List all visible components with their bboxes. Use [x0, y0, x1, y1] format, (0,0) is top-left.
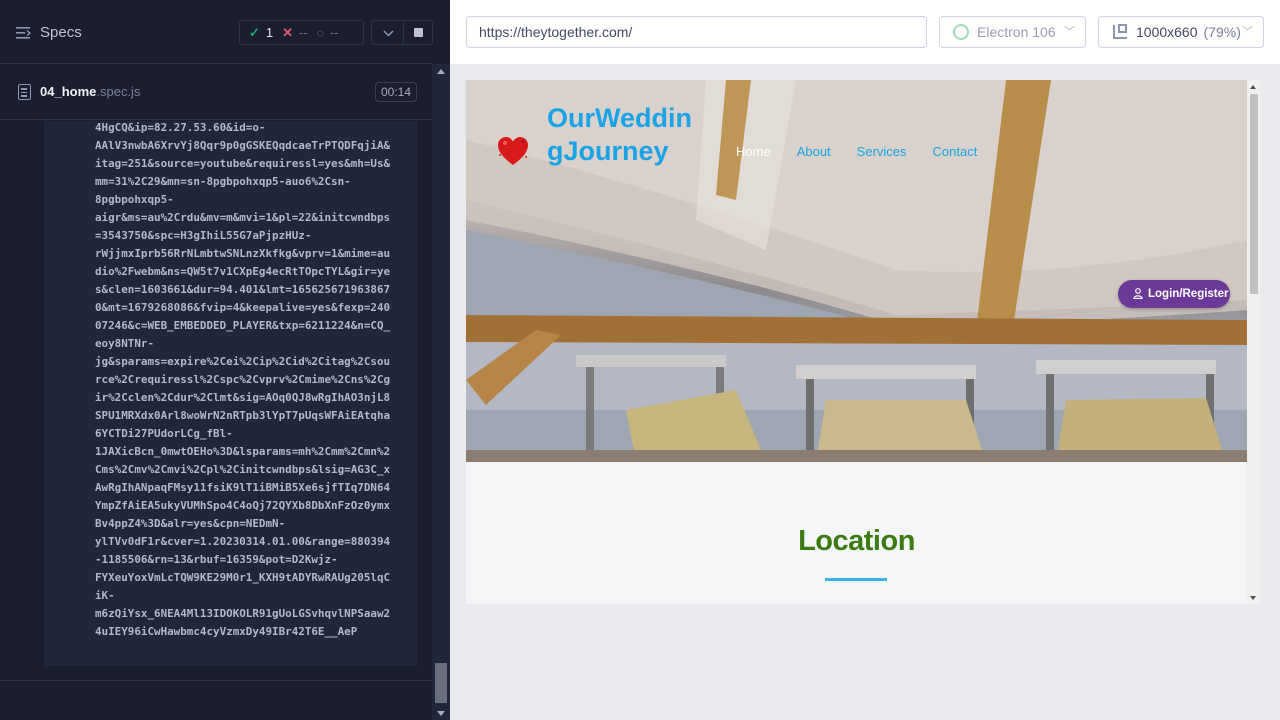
pending-count: --: [329, 25, 339, 40]
reporter-scrollbar[interactable]: [432, 64, 450, 720]
log-line: 07246&c=WEB_EMBEDDED_PLAYER&txp=6211224&…: [95, 319, 391, 332]
viewport-size: 1000x660: [1136, 24, 1198, 40]
log-line: eoy8NTNr-: [95, 337, 155, 350]
log-line: aigr&ms=au%2Crdu&mv=m&mvi=1&pl=22&initcw…: [95, 211, 391, 224]
options-dropdown-button[interactable]: [371, 20, 404, 45]
log-line: ir%2Cclen%2Cdur%2Clmt&sig=AOq0QJ8wRgIhAO…: [95, 391, 391, 404]
test-stats: ✓ 1 ✕ -- ◌ --: [239, 20, 364, 45]
browser-selector[interactable]: Electron 106 ﹀: [939, 16, 1086, 48]
log-line: 1JAXicBcn_0mwtOEHo%3D&lsparams=mh%2Cmm%2…: [95, 445, 391, 458]
viewport-selector[interactable]: 1000x660 (79%) ﹀: [1098, 16, 1264, 48]
passed-stat: ✓ 1: [249, 25, 273, 41]
log-line: AwRgIhANpaqFMsy11fsiK9lT1iBMiB5Xe6sjfTIq…: [95, 481, 391, 494]
reporter-footer: [0, 680, 432, 720]
passed-count: 1: [265, 25, 274, 40]
site-nav: Home About Services Contact: [736, 144, 1003, 159]
failed-stat: ✕ --: [282, 25, 308, 41]
log-url-text: expire=1679278743&ei=N24XZMqQKMeC1wa9-4H…: [95, 121, 415, 641]
log-line: 8pgbpohxqp5-: [95, 193, 174, 206]
chevron-down-icon: [383, 30, 394, 37]
nav-contact[interactable]: Contact: [933, 144, 978, 159]
reporter-panel: Specs ✓ 1 ✕ -- ◌ -- 04_home.spec.js 00:1…: [0, 0, 450, 720]
scroll-up-icon[interactable]: [1250, 85, 1256, 89]
spec-extension: .spec.js: [96, 84, 141, 99]
scroll-down-icon[interactable]: [437, 711, 445, 716]
nav-about[interactable]: About: [797, 144, 831, 159]
log-line: Cms%2Cmv%2Cmvi%2Cpl%2Cinitcwndbps&lsig=A…: [95, 463, 391, 476]
reporter-header: Specs ✓ 1 ✕ -- ◌ --: [0, 0, 433, 64]
spec-file-row[interactable]: 04_home.spec.js 00:14: [0, 65, 432, 120]
site-logo-text[interactable]: OurWeddingJourney: [547, 102, 697, 168]
ruler-icon: [1113, 24, 1127, 39]
app-under-test-frame: OurWeddingJourney Home About Services Co…: [466, 80, 1260, 604]
log-line: YmpZfAiEA5ukyVUMhSpo4C4oQj72QYXb8DbXnFzO…: [95, 499, 391, 512]
log-line: rWjjmxIprb56RrNLmbtwSNLnzXkfkg&vprv=1&mi…: [95, 247, 391, 260]
browser-label: Electron 106: [977, 24, 1056, 40]
page-scrollbar[interactable]: [1247, 80, 1260, 604]
scrollbar-thumb[interactable]: [435, 663, 447, 703]
log-line: AAlV3nwbA6XrvYj8Qqr9p0gGSKEQqdcaeTrPTQDF…: [95, 139, 391, 152]
log-line: 4uIEY96iCwHawbmc4cyVzmxDy49IBr42T6E__AeP: [95, 625, 358, 638]
nav-services[interactable]: Services: [857, 144, 907, 159]
failed-count: --: [299, 25, 308, 40]
log-line: rce%2Crequiressl%2Cspc%2Cvprv%2Cmime%2Cn…: [95, 373, 391, 386]
heart-logo-icon[interactable]: [496, 135, 530, 169]
check-icon: ✓: [249, 24, 260, 40]
stop-icon: [414, 28, 423, 37]
spec-file-name: 04_home.spec.js: [40, 84, 140, 99]
log-line: s&clen=1603661&dur=94.401&lmt=1656256719…: [95, 283, 391, 296]
spinner-icon: ◌: [316, 25, 324, 40]
file-icon: [18, 84, 31, 100]
log-entry: expire=1679278743&ei=N24XZMqQKMeC1wa9-4H…: [44, 121, 417, 666]
pending-stat: ◌ --: [317, 25, 339, 40]
specs-list-icon[interactable]: [16, 26, 32, 40]
electron-icon: [953, 24, 969, 40]
nav-home[interactable]: Home: [736, 144, 771, 159]
aut-toolbar: https://theytogether.com/ Electron 106 ﹀…: [450, 0, 1280, 64]
user-icon: [1133, 288, 1143, 299]
stop-button[interactable]: [403, 20, 433, 45]
log-line: -1185506&rn=13&rbuf=16359&pot=D2Kwjz-: [95, 553, 338, 566]
chevron-down-icon: ﹀: [1242, 26, 1253, 38]
log-line: 4HgCQ&ip=82.27.53.60&id=o-: [95, 121, 266, 134]
x-icon: ✕: [282, 24, 294, 40]
location-heading: Location: [798, 525, 915, 557]
log-line: iK-: [95, 589, 115, 602]
spec-base-name: 04_home: [40, 84, 97, 99]
log-line: =3543750&spc=H3gIhiL55G7aPjpzHUz-: [95, 229, 312, 242]
viewport-label: 1000x660 (79%): [1136, 17, 1241, 47]
scroll-up-icon[interactable]: [437, 69, 445, 74]
specs-title[interactable]: Specs: [40, 24, 82, 41]
spec-duration: 00:14: [375, 82, 418, 102]
log-line: ylTVv0dF1r&cver=1.20230314.01.00&range=8…: [95, 535, 391, 548]
login-register-button[interactable]: Login/Register: [1118, 280, 1230, 308]
hero-banner: OurWeddingJourney Home About Services Co…: [466, 80, 1247, 462]
url-bar[interactable]: https://theytogether.com/: [466, 16, 927, 48]
log-line: mm=31%2C29&mn=sn-8pgbpohxqp5-auo6%2Csn-: [95, 175, 351, 188]
heading-underline: [825, 578, 887, 581]
log-line: SPU1MRXdx0Arl8woWrN2nRTpb3lYpT7pUqsWFAiE…: [95, 409, 391, 422]
log-line: 0&mt=1679268086&fvip=4&keepalive=yes&fex…: [95, 301, 391, 314]
log-line: dio%2Fwebm&ns=QW5t7v1CXpEg4ecRtTOpcTYL&g…: [95, 265, 391, 278]
log-line: 6YCTDi27PUdorLCg_fBl-: [95, 427, 233, 440]
log-line: FYXeuYoxVmLcTQW9KE29M0r1_KXH9tADYRwRAUg2…: [95, 571, 391, 584]
log-line: jg&sparams=expire%2Cei%2Cip%2Cid%2Citag%…: [95, 355, 391, 368]
log-line: m6zQiYsx_6NEA4Ml13IDOKOLR91gUoLGSvhqvlNP…: [95, 607, 391, 620]
scroll-down-icon[interactable]: [1250, 596, 1256, 600]
log-line: Bv4ppZ4%3D&alr=yes&cpn=NEDmN-: [95, 517, 286, 530]
page-scrollbar-thumb[interactable]: [1250, 94, 1258, 294]
chevron-down-icon: ﹀: [1064, 26, 1075, 38]
command-log[interactable]: expire=1679278743&ei=N24XZMqQKMeC1wa9-4H…: [0, 121, 432, 681]
login-register-label: Login/Register: [1148, 288, 1229, 300]
log-line: itag=251&source=youtube&requiressl=yes&m…: [95, 157, 391, 170]
viewport-scale: (79%): [1203, 24, 1241, 40]
